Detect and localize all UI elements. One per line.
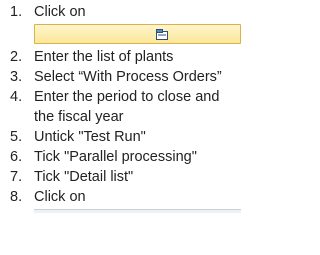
step-number: 1. xyxy=(10,4,23,20)
step-text: Tick "Parallel processing" xyxy=(34,149,197,165)
step-text: Click on xyxy=(34,4,86,20)
step-2: 2. Enter the list of plants xyxy=(10,47,295,67)
step-text: Untick "Test Run" xyxy=(34,129,146,145)
step-4: 4. Enter the period to close and xyxy=(10,87,295,107)
step-1: 1. Click on xyxy=(10,2,295,22)
step-number: 6. xyxy=(10,149,23,165)
step-number: 3. xyxy=(10,69,23,85)
step-text: Tick "Detail list" xyxy=(34,169,134,185)
step-number: 2. xyxy=(10,49,23,65)
step-8: 8. Click on xyxy=(10,187,295,207)
get-variant-button[interactable] xyxy=(34,24,241,44)
step-7: 7. Tick "Detail list" xyxy=(10,167,295,187)
step-text: Enter the list of plants xyxy=(34,49,174,65)
step-number: 7. xyxy=(10,169,23,185)
step-number: 4. xyxy=(10,89,23,105)
variant-folder-icon xyxy=(156,29,168,40)
step-5: 5. Untick "Test Run" xyxy=(10,127,295,147)
step-number: 8. xyxy=(10,189,23,205)
step-text: Click on xyxy=(34,189,86,205)
step-3: 3. Select “With Process Orders” xyxy=(10,67,295,87)
step-text: Enter the period to close and xyxy=(34,89,220,105)
step-text: Select “With Process Orders” xyxy=(34,69,222,85)
step-4-continuation: the fiscal year xyxy=(34,109,124,125)
step-6: 6. Tick "Parallel processing" xyxy=(10,147,295,167)
step-number: 5. xyxy=(10,129,23,145)
execute-button[interactable] xyxy=(34,209,241,213)
instruction-list: 1. Click on 2. Enter the list of plants … xyxy=(10,2,295,213)
